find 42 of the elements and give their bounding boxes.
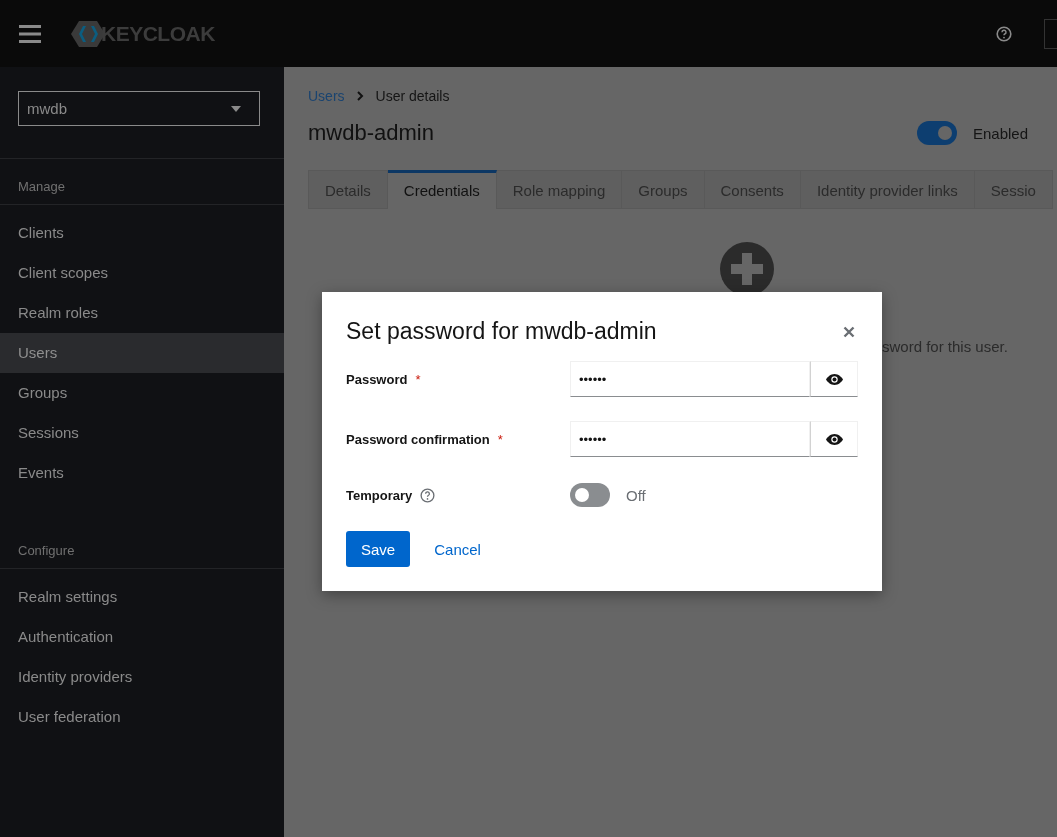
nav-item[interactable]: Sessions [0, 413, 284, 453]
eye-icon [825, 433, 843, 445]
nav-item[interactable]: Users [0, 333, 284, 373]
nav-item[interactable]: Realm settings [0, 577, 284, 617]
help-icon[interactable] [420, 487, 436, 503]
password-field[interactable]: •••••• [570, 361, 810, 397]
save-button[interactable]: Save [346, 531, 411, 567]
enabled-switch[interactable] [916, 121, 957, 145]
switch-label: Off [626, 486, 646, 504]
temporary-switch[interactable] [570, 483, 610, 507]
breadcrumb-current: User details [375, 88, 450, 104]
nav-item[interactable]: Identity providers [0, 657, 284, 697]
nav-item[interactable]: User federation [0, 697, 284, 737]
show-password-button[interactable] [810, 361, 858, 397]
nav-section-title: Manage [0, 159, 284, 205]
nav-item[interactable]: Groups [0, 373, 284, 413]
field-label: Password [346, 371, 408, 387]
nav-item[interactable]: Clients [0, 213, 284, 253]
eye-icon [825, 373, 843, 385]
nav-item[interactable]: Events [0, 453, 284, 493]
field-label: Password confirmation [346, 431, 490, 447]
required-mark: * [415, 371, 421, 387]
empty-state-text: sword for this user. [882, 338, 1008, 355]
close-icon[interactable] [843, 325, 855, 338]
required-mark: * [497, 431, 503, 447]
modal-title: Set password for mwdb-admin [346, 318, 657, 345]
switch-label: Enabled [972, 124, 1028, 142]
show-password-button[interactable] [810, 421, 858, 457]
page-title: mwdb-admin [308, 120, 434, 146]
nav-item[interactable]: Authentication [0, 617, 284, 657]
tab[interactable]: Credentials [387, 170, 497, 209]
nav-item[interactable]: Realm roles [0, 293, 284, 333]
chevron-right-icon [356, 91, 364, 101]
nav-section-title: Configure [0, 523, 284, 569]
realm-select[interactable]: mwdb [18, 91, 260, 126]
nav-item[interactable]: Client scopes [0, 253, 284, 293]
menu-icon[interactable] [19, 24, 41, 43]
help-icon[interactable] [996, 25, 1012, 42]
password-field[interactable]: •••••• [570, 421, 810, 457]
cancel-button[interactable]: Cancel [434, 540, 481, 558]
caret-icon [231, 105, 241, 112]
field-label: Temporary [346, 487, 413, 503]
